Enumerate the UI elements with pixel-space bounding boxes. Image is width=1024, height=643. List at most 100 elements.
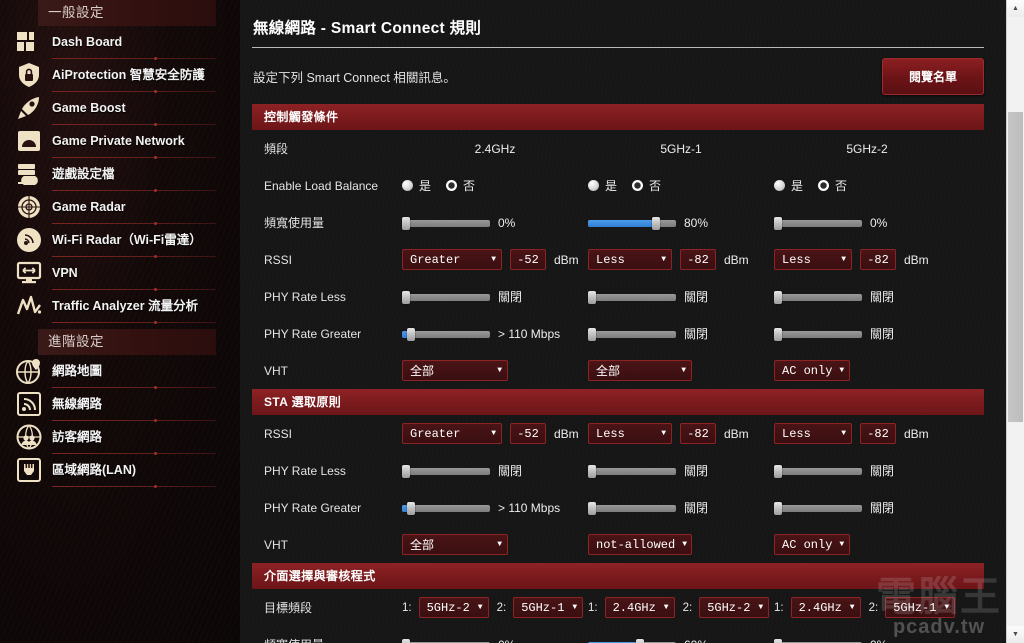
bandwidth-slider[interactable]	[588, 216, 676, 230]
radio-no[interactable]	[632, 180, 644, 191]
slider-knob[interactable]	[406, 327, 415, 341]
vht-dropdown[interactable]: 全部 ▼	[588, 360, 692, 381]
target-band-dropdown-2[interactable]: 5GHz-1 ▼	[885, 597, 956, 618]
radio-yes[interactable]	[588, 180, 599, 191]
sidebar-item-vpn[interactable]: VPN	[0, 257, 240, 289]
phy-rate-less-slider[interactable]	[588, 464, 676, 478]
slider-knob[interactable]	[402, 464, 410, 478]
slider-knob[interactable]	[774, 216, 782, 230]
phy-rate-less-value: 關閉	[684, 464, 709, 478]
phy-rate-less-slider[interactable]	[774, 464, 862, 478]
slider-knob[interactable]	[402, 290, 410, 304]
slider-knob[interactable]	[588, 464, 596, 478]
bandwidth-slider[interactable]	[774, 216, 862, 230]
vht-dropdown[interactable]: AC only ▼	[774, 360, 850, 381]
vht-dropdown[interactable]: 全部 ▼	[402, 534, 508, 555]
slider-knob[interactable]	[774, 327, 782, 341]
sidebar-item-game-private-network[interactable]: Game Private Network	[0, 125, 240, 157]
bandwidth-slider[interactable]	[402, 216, 490, 230]
rssi-value-input[interactable]	[680, 423, 716, 444]
sidebar-item-aiprotection[interactable]: AiProtection 智慧安全防護	[0, 59, 240, 91]
phy-rate-less-slider[interactable]	[402, 290, 490, 304]
target-band-dropdown-1[interactable]: 2.4GHz ▼	[790, 597, 861, 618]
scroll-down-arrow-icon[interactable]: ▼	[1007, 626, 1024, 643]
rssi-operator-dropdown[interactable]: Less ▼	[588, 249, 672, 270]
bandwidth-slider[interactable]	[774, 638, 862, 643]
sta-phy-greater-24: > 110 Mbps	[402, 501, 588, 515]
slider-knob[interactable]	[774, 464, 782, 478]
radio-yes-label: 是	[419, 179, 432, 193]
rssi-operator-dropdown[interactable]: Greater ▼	[402, 423, 502, 444]
rssi-value-input[interactable]	[510, 249, 546, 270]
radio-no[interactable]	[446, 180, 458, 191]
target-band-dropdown-1[interactable]: 2.4GHz ▼	[604, 597, 675, 618]
slider-knob[interactable]	[774, 638, 782, 643]
sidebar-item-game-profile[interactable]: 遊戲設定檔	[0, 158, 240, 190]
slider-knob[interactable]	[774, 290, 782, 304]
rssi-operator-dropdown[interactable]: Less ▼	[774, 423, 852, 444]
slider-knob[interactable]	[588, 501, 596, 515]
phy-rate-greater-slider[interactable]	[774, 327, 862, 341]
chevron-down-icon: ▼	[849, 603, 855, 612]
sidebar-divider	[52, 485, 216, 488]
vht-dropdown[interactable]: not-allowed ▼	[588, 534, 692, 555]
sidebar-item-game-boost[interactable]: Game Boost	[0, 92, 240, 124]
sidebar-item-game-radar[interactable]: Game Radar	[0, 191, 240, 223]
radio-no[interactable]	[818, 180, 830, 191]
radio-yes[interactable]	[774, 180, 785, 191]
sidebar-item-wifi-radar[interactable]: Wi-Fi Radar（Wi-Fi雷達）	[0, 224, 240, 256]
slider-knob[interactable]	[406, 501, 415, 515]
phy-rate-greater-slider[interactable]	[774, 501, 862, 515]
rssi-value-input[interactable]	[860, 249, 896, 270]
phy-rate-greater-slider[interactable]	[588, 501, 676, 515]
sidebar-item-lan[interactable]: 區域網路(LAN)	[0, 454, 240, 486]
slider-knob[interactable]	[402, 638, 410, 643]
vht-dropdown[interactable]: AC only ▼	[774, 534, 850, 555]
sidebar-item-guest-network[interactable]: 訪客網路	[0, 421, 240, 453]
slider-knob[interactable]	[636, 638, 644, 643]
sidebar-item-dashboard[interactable]: Dash Board	[0, 26, 240, 58]
rssi-value-input[interactable]	[680, 249, 716, 270]
rssi-value-input[interactable]	[860, 423, 896, 444]
vertical-scrollbar[interactable]: ▲ ▼	[1006, 0, 1024, 643]
radio-yes[interactable]	[402, 180, 413, 191]
slider-track	[588, 293, 676, 301]
bandwidth-slider[interactable]	[402, 638, 490, 643]
phy-rate-greater-slider[interactable]	[402, 327, 490, 341]
phy-rate-less-slider[interactable]	[402, 464, 490, 478]
sidebar-item-network-map[interactable]: 網路地圖	[0, 355, 240, 387]
sidebar-item-traffic-analyzer[interactable]: Traffic Analyzer 流量分析	[0, 290, 240, 322]
slider-knob[interactable]	[402, 216, 410, 230]
scroll-up-arrow-icon[interactable]: ▲	[1007, 0, 1024, 17]
phy-rate-greater-slider[interactable]	[402, 501, 490, 515]
radio-group[interactable]: 是 否	[588, 177, 670, 194]
radio-group[interactable]: 是 否	[402, 177, 484, 194]
slider-knob[interactable]	[774, 501, 782, 515]
phy-rate-greater-slider[interactable]	[588, 327, 676, 341]
band-name-24: 2.4GHz	[474, 141, 516, 156]
bandwidth-value: 0%	[870, 215, 888, 230]
phy-rate-less-slider[interactable]	[588, 290, 676, 304]
rssi-operator-dropdown[interactable]: Less ▼	[588, 423, 672, 444]
view-list-button[interactable]: 閱覽名單	[881, 58, 984, 95]
radio-group[interactable]: 是 否	[774, 177, 856, 194]
interface-bandwidth-24: 0%	[402, 638, 588, 643]
slider-knob[interactable]	[588, 327, 596, 341]
sidebar-item-wireless[interactable]: 無線網路	[0, 388, 240, 420]
target-band-dropdown-2[interactable]: 5GHz-2 ▼	[699, 597, 770, 618]
load-balance-5g1: 是 否	[588, 177, 774, 194]
rssi-operator-dropdown[interactable]: Greater ▼	[402, 249, 502, 270]
phy-rate-less-slider[interactable]	[774, 290, 862, 304]
bandwidth-slider[interactable]	[588, 638, 676, 643]
rssi-operator-dropdown[interactable]: Less ▼	[774, 249, 852, 270]
slider-knob[interactable]	[588, 290, 596, 304]
scrollbar-thumb[interactable]	[1008, 112, 1023, 422]
rssi-value-input[interactable]	[510, 423, 546, 444]
sidebar-section-general: 一般設定	[38, 0, 216, 26]
target-band-dropdown-1[interactable]: 5GHz-2 ▼	[418, 597, 489, 618]
vht-5g1: 全部 ▼	[588, 360, 774, 381]
target-band-dropdown-2[interactable]: 5GHz-1 ▼	[513, 597, 584, 618]
slider-knob[interactable]	[652, 216, 660, 230]
rssi-5g1: Less ▼ dBm	[588, 249, 774, 270]
vht-dropdown[interactable]: 全部 ▼	[402, 360, 508, 381]
